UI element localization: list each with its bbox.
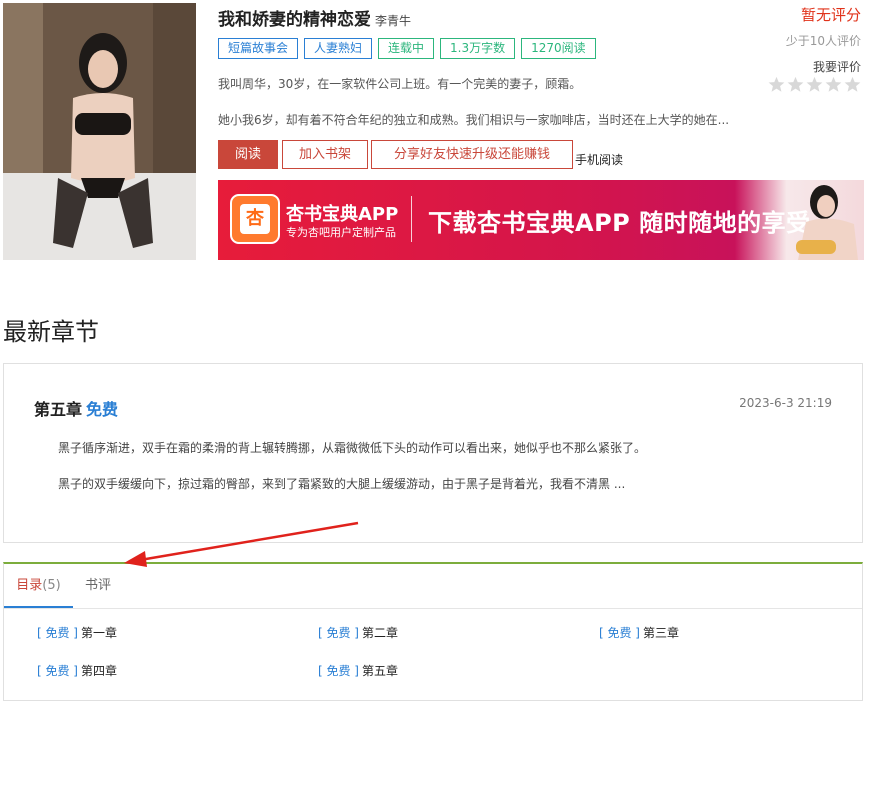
tab-reviews[interactable]: 书评: [85, 564, 111, 608]
chapter-title: 第三章: [643, 626, 680, 640]
rate-label: 我要评价: [812, 60, 861, 74]
rating-reviewers: 少于10人评价: [785, 34, 861, 48]
book-tag[interactable]: 1270阅读: [521, 38, 596, 59]
chapter-free-badge: [ 免费 ]: [318, 664, 359, 678]
chapter-link[interactable]: [ 免费 ] 第五章: [318, 662, 398, 679]
banner-slogan: 下载杏书宝典APP 随时随地的享受: [428, 209, 811, 237]
free-badge: 免费: [86, 400, 119, 419]
star-icon[interactable]: [787, 76, 804, 93]
chapter-title: 第二章: [362, 626, 399, 640]
book-title-text: 我和娇妻的精神恋爱: [218, 10, 371, 30]
banner-model-image: [788, 180, 864, 260]
latest-chapter-excerpt-2: 黑子的双手缓缓向下，掠过霜的臀部，来到了霜紧致的大腿上缓缓游动，由于黑子是背着光…: [58, 477, 626, 491]
tab-toc-count: (5): [42, 578, 61, 593]
book-title: 我和娇妻的精神恋爱 李青牛: [218, 5, 411, 30]
book-tag[interactable]: 连载中: [378, 38, 435, 59]
banner-tagline: 专为杏吧用户定制产品: [286, 226, 396, 239]
read-button[interactable]: 阅读: [218, 140, 278, 169]
tab-toc[interactable]: 目录(5): [4, 564, 73, 608]
chapter-link[interactable]: [ 免费 ] 第三章: [599, 624, 679, 641]
book-tag[interactable]: 1.3万字数: [440, 38, 516, 59]
mobile-read-link[interactable]: 手机阅读: [575, 151, 623, 168]
chapter-free-badge: [ 免费 ]: [37, 664, 78, 678]
rating-stars[interactable]: [768, 76, 861, 93]
chapter-free-badge: [ 免费 ]: [318, 626, 359, 640]
latest-chapters-heading: 最新章节: [3, 318, 99, 346]
chapter-title: 第四章: [81, 664, 118, 678]
book-tag[interactable]: 短篇故事会: [218, 38, 299, 59]
star-icon[interactable]: [844, 76, 861, 93]
book-tag[interactable]: 人妻熟妇: [304, 38, 373, 59]
latest-chapter-excerpt-1: 黑子循序渐进，双手在霜的柔滑的背上辗转腾挪，从霜微微低下头的动作可以看出来，她似…: [58, 441, 647, 455]
star-icon[interactable]: [768, 76, 785, 93]
tab-bar: 目录(5) 书评: [4, 564, 862, 609]
chapter-title: 第一章: [81, 626, 118, 640]
toc-panel: 目录(5) 书评 [ 免费 ] 第一章[ 免费 ] 第二章[ 免费 ] 第三章[ 免费…: [3, 562, 863, 701]
app-logo-glyph: 杏: [240, 204, 270, 234]
latest-chapter-card: 第五章 免费 2023-6-3 21:19 黑子循序渐进，双手在霜的柔滑的背上辗转…: [3, 363, 863, 543]
rating-score: 暂无评分: [800, 6, 861, 24]
tab-toc-label: 目录: [16, 578, 43, 593]
star-icon[interactable]: [806, 76, 823, 93]
latest-chapter-title[interactable]: 第五章 免费: [34, 396, 118, 420]
app-download-banner[interactable]: 杏 杏书宝典APP 专为杏吧用户定制产品 下载杏书宝典APP 随时随地的享受: [218, 180, 864, 260]
book-intro-line2: 她小我6岁，却有着不符合年纪的独立和成熟。我们相识与一家咖啡店，当时还在上大学的…: [218, 113, 730, 127]
chapter-link[interactable]: [ 免费 ] 第二章: [318, 624, 398, 641]
book-cover-image[interactable]: [3, 3, 196, 260]
book-intro-line1: 我叫周华，30岁，在一家软件公司上班。有一个完美的妻子，顾霜。: [218, 77, 582, 91]
banner-divider: [411, 196, 412, 242]
star-icon[interactable]: [825, 76, 842, 93]
chapter-free-badge: [ 免费 ]: [37, 626, 78, 640]
chapter-title: 第五章: [362, 664, 399, 678]
chapter-link[interactable]: [ 免费 ] 第一章: [37, 624, 117, 641]
app-logo-icon: 杏: [230, 194, 280, 244]
share-button[interactable]: 分享好友快速升级还能赚钱: [371, 140, 573, 169]
chapter-free-badge: [ 免费 ]: [599, 626, 640, 640]
chapter-link[interactable]: [ 免费 ] 第四章: [37, 662, 117, 679]
book-author[interactable]: 李青牛: [375, 14, 411, 28]
book-tags: 短篇故事会 人妻熟妇 连载中 1.3万字数 1270阅读: [218, 38, 596, 59]
latest-chapter-name[interactable]: 第五章: [34, 400, 82, 419]
banner-app-name: 杏书宝典APP: [286, 204, 399, 225]
latest-chapter-date: 2023-6-3 21:19: [739, 396, 832, 410]
add-to-shelf-button[interactable]: 加入书架: [282, 140, 368, 169]
